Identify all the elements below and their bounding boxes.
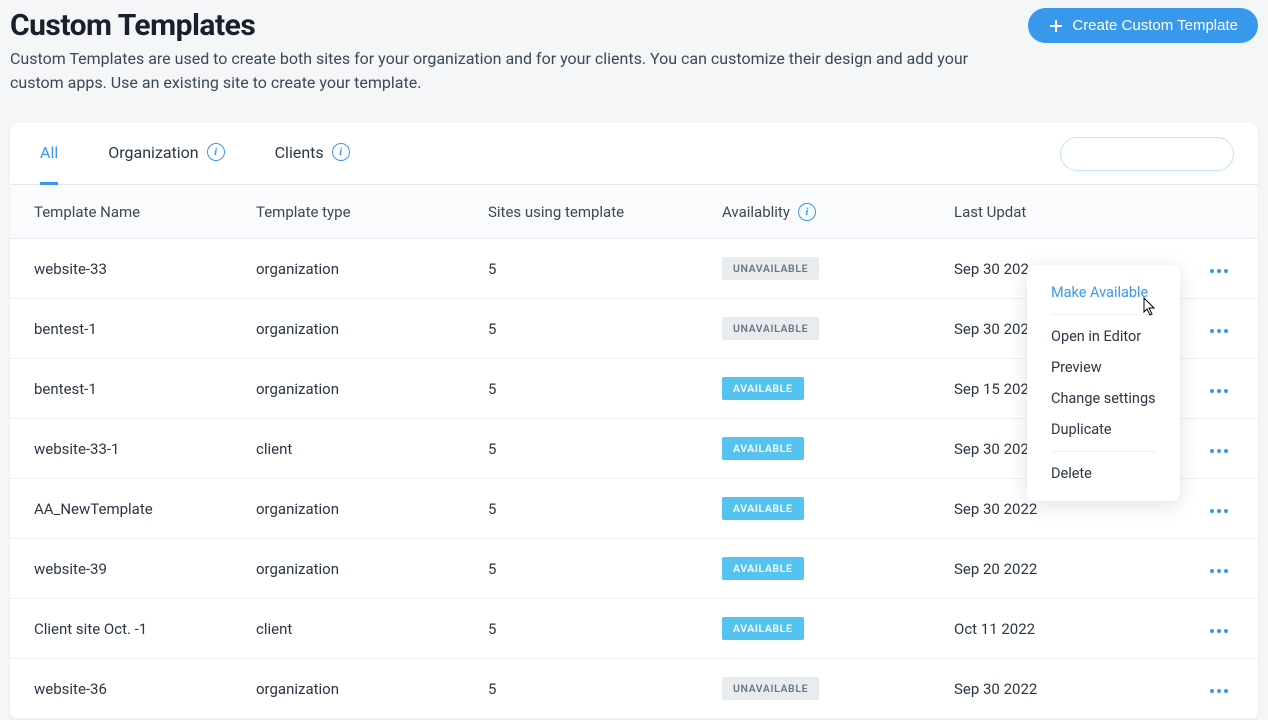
create-button-label: Create Custom Template [1072,17,1238,34]
cell-updated: Sep 30 2022 [954,500,1164,518]
cell-availability: AVAILABLE [722,377,954,400]
tab-label: Organization [108,143,198,162]
table-row[interactable]: website-39 organization 5 AVAILABLE Sep … [10,539,1258,599]
cell-updated: Sep 20 2022 [954,560,1164,578]
tab-label: All [40,143,58,162]
cell-name: AA_NewTemplate [34,500,256,518]
more-actions-button[interactable] [1164,623,1234,639]
page-description: Custom Templates are used to create both… [0,43,980,95]
menu-preview[interactable]: Preview [1027,352,1180,383]
cell-sites: 5 [488,620,722,638]
cell-type: organization [256,380,488,398]
cell-type: organization [256,560,488,578]
col-header-availability[interactable]: Availablity i [722,203,954,221]
menu-divider [1051,314,1156,315]
menu-duplicate[interactable]: Duplicate [1027,414,1180,445]
info-icon[interactable]: i [798,203,816,221]
tab-organization[interactable]: Organization i [108,123,224,185]
more-actions-button[interactable] [1164,683,1234,699]
availability-badge: UNAVAILABLE [722,257,819,280]
cell-type: organization [256,680,488,698]
cell-sites: 5 [488,440,722,458]
table-row[interactable]: website-36 organization 5 UNAVAILABLE Se… [10,659,1258,719]
cell-sites: 5 [488,680,722,698]
col-header-updated[interactable]: Last Updat [954,203,1164,221]
tabs: All Organization i Clients i [10,123,1258,185]
cell-availability: AVAILABLE [722,437,954,460]
cell-availability: UNAVAILABLE [722,317,954,340]
menu-divider [1051,451,1156,452]
col-header-type[interactable]: Template type [256,203,488,221]
more-actions-button[interactable] [1164,503,1234,519]
cell-type: client [256,440,488,458]
info-icon[interactable]: i [207,143,225,161]
cell-type: organization [256,260,488,278]
col-header-name[interactable]: Template Name [34,203,256,221]
cell-sites: 5 [488,320,722,338]
tab-clients[interactable]: Clients i [275,123,350,185]
cell-updated: Oct 11 2022 [954,620,1164,638]
availability-badge: AVAILABLE [722,617,804,640]
cell-name: website-33 [34,260,256,278]
cell-sites: 5 [488,260,722,278]
col-header-availability-label: Availablity [722,203,790,221]
tab-all[interactable]: All [40,123,58,185]
info-icon[interactable]: i [332,143,350,161]
availability-badge: AVAILABLE [722,437,804,460]
cell-updated: Sep 30 2022 [954,680,1164,698]
cell-name: bentest-1 [34,320,256,338]
cell-type: organization [256,320,488,338]
availability-badge: AVAILABLE [722,377,804,400]
cell-availability: UNAVAILABLE [722,677,954,700]
availability-badge: AVAILABLE [722,497,804,520]
row-actions-menu: Make Available Open in Editor Preview Ch… [1027,265,1180,501]
cell-name: website-36 [34,680,256,698]
cell-availability: UNAVAILABLE [722,257,954,280]
templates-card: All Organization i Clients i Template Na… [10,123,1258,719]
cell-availability: AVAILABLE [722,617,954,640]
menu-change-settings[interactable]: Change settings [1027,383,1180,414]
cell-sites: 5 [488,380,722,398]
availability-badge: AVAILABLE [722,557,804,580]
more-actions-button[interactable] [1164,563,1234,579]
cell-availability: AVAILABLE [722,497,954,520]
availability-badge: UNAVAILABLE [722,317,819,340]
tab-label: Clients [275,143,324,162]
create-template-button[interactable]: Create Custom Template [1028,8,1258,43]
page-title: Custom Templates [10,8,255,43]
col-header-sites[interactable]: Sites using template [488,203,722,221]
cell-type: organization [256,500,488,518]
availability-badge: UNAVAILABLE [722,677,819,700]
cell-sites: 5 [488,560,722,578]
search-input[interactable] [1060,137,1234,171]
cell-name: Client site Oct. -1 [34,620,256,638]
plus-icon [1048,18,1064,34]
menu-make-available[interactable]: Make Available [1027,277,1180,308]
table-header: Template Name Template type Sites using … [10,185,1258,239]
menu-open-editor[interactable]: Open in Editor [1027,321,1180,352]
cell-name: bentest-1 [34,380,256,398]
menu-delete[interactable]: Delete [1027,458,1180,489]
table-row[interactable]: Client site Oct. -1 client 5 AVAILABLE O… [10,599,1258,659]
cell-type: client [256,620,488,638]
cell-name: website-39 [34,560,256,578]
cell-sites: 5 [488,500,722,518]
cell-name: website-33-1 [34,440,256,458]
cell-availability: AVAILABLE [722,557,954,580]
